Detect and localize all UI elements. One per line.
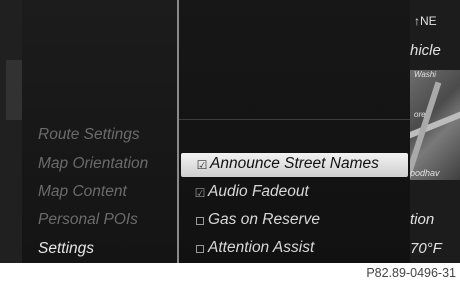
panel-separator — [179, 119, 410, 120]
navigation-screen: Route Settings Map Orientation Map Conte… — [0, 0, 460, 263]
map-street-label: Washi — [414, 70, 437, 79]
compass-heading: ↑NE — [414, 14, 437, 28]
option-label: Attention Assist — [208, 239, 315, 256]
option-label: Gas on Reserve — [208, 211, 320, 228]
check-icon: ☑ — [196, 158, 208, 172]
map-left-edge — [0, 0, 22, 263]
menu-item-settings[interactable]: Settings — [38, 240, 94, 258]
vehicle-label: hicle — [410, 42, 441, 59]
check-icon: ☑ — [194, 186, 206, 200]
temperature-readout: 70°F — [410, 240, 442, 257]
figure-caption: P82.89-0496-31 — [366, 266, 456, 280]
checkbox-empty-icon — [196, 245, 204, 253]
settings-options-panel: ☑ Announce Street Names ☑ Audio Fadeout … — [179, 0, 410, 263]
option-audio-fadeout[interactable]: ☑ Audio Fadeout — [179, 181, 410, 205]
option-gas-on-reserve[interactable]: Gas on Reserve — [179, 209, 410, 233]
option-announce-street-names[interactable]: ☑ Announce Street Names — [181, 153, 408, 177]
menu-item-personal-pois[interactable]: Personal POIs — [38, 211, 138, 229]
map-street-label: ore — [414, 110, 426, 119]
compass-direction: NE — [420, 14, 437, 28]
menu-item-route-settings[interactable]: Route Settings — [38, 126, 140, 144]
menu-item-map-orientation[interactable]: Map Orientation — [38, 155, 148, 173]
map-street-label: oodhav — [410, 168, 440, 178]
map-right-edge: ↑NE hicle Washi ore oodhav tion 70°F — [410, 0, 460, 263]
info-label: tion — [410, 211, 435, 228]
checkbox-empty-icon — [196, 217, 204, 225]
menu-item-map-content[interactable]: Map Content — [38, 183, 127, 201]
option-attention-assist[interactable]: Attention Assist — [179, 237, 410, 261]
navi-menu-panel: Route Settings Map Orientation Map Conte… — [22, 0, 178, 263]
option-label: Audio Fadeout — [208, 183, 309, 200]
option-label: Announce Street Names — [210, 155, 379, 172]
map-fragment — [6, 60, 22, 120]
